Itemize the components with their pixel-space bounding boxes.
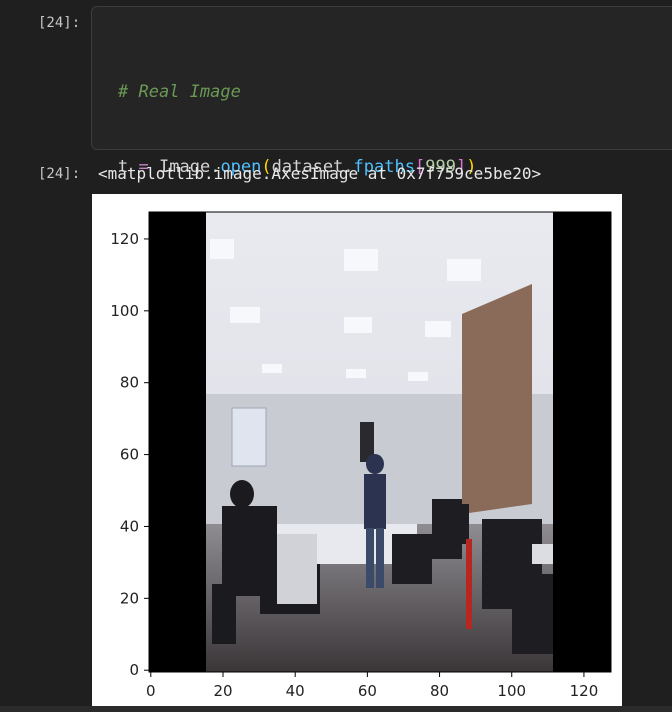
output-text: <matplotlib.image.AxesImage at 0x7f759ce… — [98, 164, 542, 183]
input-prompt: [24]: — [38, 15, 81, 31]
y-tick-label: 80 — [120, 374, 139, 392]
output-prompt: [24]: — [38, 166, 81, 182]
x-tick-label: 100 — [497, 682, 526, 700]
image-content — [149, 212, 611, 672]
x-tick-label: 80 — [430, 682, 449, 700]
code-comment: # Real Image — [118, 82, 241, 102]
x-tick-label: 20 — [213, 682, 232, 700]
y-tick-label: 20 — [120, 589, 139, 607]
imshow-plot: 0 20 40 60 80 100 120 0 20 40 60 80 100 120 — [110, 211, 612, 700]
y-tick-label: 40 — [120, 517, 139, 535]
x-tick-label: 40 — [286, 682, 305, 700]
matplotlib-figure: 0 20 40 60 80 100 120 0 20 40 60 80 100 120 — [92, 194, 622, 706]
y-tick-label: 0 — [129, 661, 139, 679]
y-tick-label: 60 — [120, 446, 139, 464]
scrollbar-track[interactable] — [0, 706, 672, 712]
x-tick-label: 60 — [358, 682, 377, 700]
x-tick-label: 120 — [570, 682, 599, 700]
y-tick-label: 120 — [110, 230, 139, 248]
code-cell[interactable]: # Real Image t = Image.open(dataset.fpat… — [91, 6, 672, 327]
x-tick-label: 0 — [146, 682, 156, 700]
code-line-1: # Real Image — [118, 80, 528, 105]
y-tick-label: 100 — [110, 302, 139, 320]
